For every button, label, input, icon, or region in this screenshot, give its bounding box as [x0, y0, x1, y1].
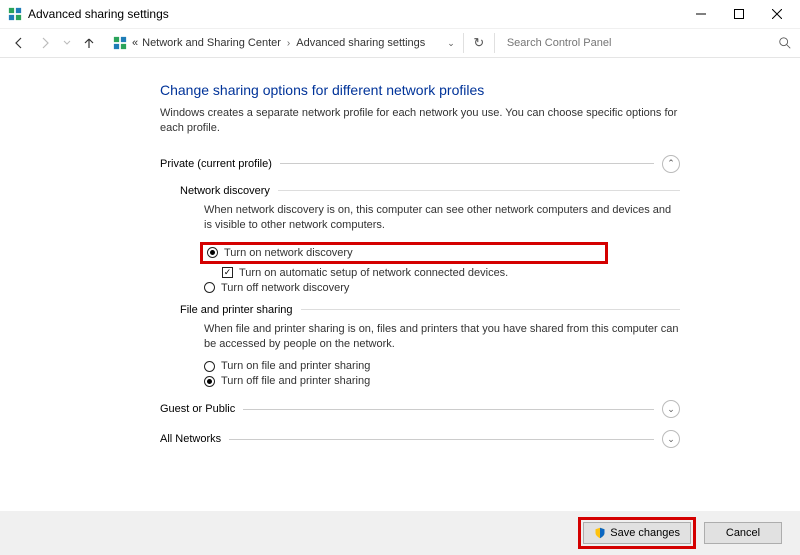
breadcrumb-ellipsis[interactable]: « [130, 37, 140, 49]
chevron-down-icon[interactable]: ⌄ [662, 400, 680, 418]
radio-label: Turn off network discovery [221, 282, 349, 294]
highlight-box: Turn on network discovery [200, 242, 608, 264]
checkbox-auto-setup[interactable]: ✓ Turn on automatic setup of network con… [222, 267, 680, 279]
breadcrumb[interactable]: « Network and Sharing Center › Advanced … [110, 36, 427, 50]
section-all-networks[interactable]: All Networks ⌄ [160, 428, 680, 450]
page-intro: Windows creates a separate network profi… [160, 106, 680, 137]
control-panel-icon [113, 36, 127, 50]
maximize-button[interactable] [720, 0, 758, 28]
chevron-up-icon[interactable]: ⌃ [662, 155, 680, 173]
section-guest-public[interactable]: Guest or Public ⌄ [160, 398, 680, 420]
address-bar: « Network and Sharing Center › Advanced … [0, 28, 800, 58]
title-bar: Advanced sharing settings [0, 0, 800, 28]
section-label: All Networks [160, 433, 221, 445]
shield-icon [594, 527, 606, 539]
footer-bar: Save changes Cancel [0, 511, 800, 555]
breadcrumb-item[interactable]: Network and Sharing Center [140, 37, 283, 49]
page-heading: Change sharing options for different net… [160, 82, 680, 98]
cancel-button[interactable]: Cancel [704, 522, 782, 544]
content-area: Change sharing options for different net… [0, 58, 800, 450]
radio-icon [204, 361, 215, 372]
section-label: Guest or Public [160, 403, 235, 415]
radio-turn-on-discovery[interactable]: Turn on network discovery [207, 247, 601, 259]
close-button[interactable] [758, 0, 796, 28]
subsection-file-printer-sharing: File and printer sharing [180, 304, 680, 316]
window-title: Advanced sharing settings [28, 7, 682, 21]
radio-label: Turn on network discovery [224, 247, 353, 259]
chevron-down-icon[interactable]: ⌄ [662, 430, 680, 448]
minimize-button[interactable] [682, 0, 720, 28]
up-button[interactable] [78, 32, 100, 54]
save-changes-button[interactable]: Save changes [583, 522, 691, 544]
breadcrumb-item[interactable]: Advanced sharing settings [294, 37, 427, 49]
radio-turn-off-discovery[interactable]: Turn off network discovery [204, 282, 680, 294]
radio-icon [204, 376, 215, 387]
radio-label: Turn on file and printer sharing [221, 360, 370, 372]
recent-dropdown[interactable] [60, 32, 74, 54]
search-input[interactable] [507, 37, 778, 49]
control-panel-icon [8, 7, 22, 21]
chevron-down-icon[interactable]: ⌄ [427, 38, 461, 49]
section-label: Private (current profile) [160, 158, 272, 170]
window-controls [682, 0, 796, 28]
subsection-network-discovery: Network discovery [180, 185, 680, 197]
radio-turn-off-fps[interactable]: Turn off file and printer sharing [204, 375, 680, 387]
search-box[interactable] [497, 36, 800, 50]
subsection-description: When network discovery is on, this compu… [204, 203, 680, 234]
section-private[interactable]: Private (current profile) ⌃ [160, 153, 680, 175]
back-button[interactable] [8, 32, 30, 54]
subsection-label: Network discovery [180, 185, 270, 197]
subsection-label: File and printer sharing [180, 304, 293, 316]
highlight-box: Save changes [578, 517, 696, 549]
forward-button[interactable] [34, 32, 56, 54]
radio-icon [204, 282, 215, 293]
button-label: Save changes [610, 527, 680, 539]
radio-icon [207, 247, 218, 258]
button-label: Cancel [726, 527, 760, 539]
chevron-right-icon: › [283, 38, 294, 49]
search-icon [778, 36, 792, 50]
subsection-description: When file and printer sharing is on, fil… [204, 322, 680, 353]
checkbox-icon: ✓ [222, 267, 233, 278]
checkbox-label: Turn on automatic setup of network conne… [239, 267, 508, 279]
radio-label: Turn off file and printer sharing [221, 375, 370, 387]
refresh-button[interactable]: ↻ [466, 35, 492, 51]
radio-turn-on-fps[interactable]: Turn on file and printer sharing [204, 360, 680, 372]
